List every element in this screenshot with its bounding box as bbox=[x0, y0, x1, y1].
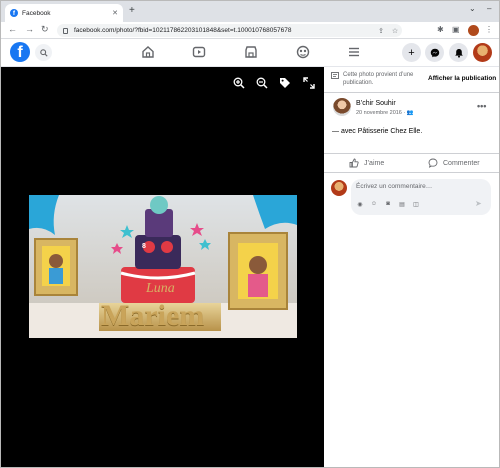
comment-button[interactable]: Commenter bbox=[428, 158, 480, 168]
comment-label: Commenter bbox=[443, 159, 480, 167]
share-icon[interactable]: ⇪ bbox=[374, 27, 388, 35]
create-button[interactable]: + bbox=[402, 43, 421, 62]
address-bar[interactable]: facebook.com/photo/?fbid=102117862203101… bbox=[57, 24, 402, 37]
thumbs-up-icon bbox=[349, 158, 359, 168]
post-date[interactable]: 20 novembre 2016 · 👥 bbox=[356, 110, 414, 116]
tag-icon[interactable] bbox=[279, 77, 291, 89]
comment-icon bbox=[428, 158, 438, 168]
back-button[interactable]: ← bbox=[8, 24, 17, 34]
divider bbox=[324, 92, 499, 93]
reload-button[interactable]: ↻ bbox=[41, 24, 49, 35]
notice-text: Cette photo provient d’une publication. bbox=[343, 72, 414, 86]
extensions-icon[interactable]: ✱ bbox=[437, 25, 444, 34]
cake-number-text: 8 bbox=[142, 243, 146, 250]
gif-icon[interactable]: ▤ bbox=[398, 200, 406, 208]
zoom-in-icon[interactable] bbox=[233, 77, 245, 89]
like-label: J’aime bbox=[364, 159, 385, 167]
account-avatar[interactable] bbox=[473, 43, 492, 62]
divider bbox=[324, 153, 499, 154]
more-options-icon[interactable]: ••• bbox=[477, 101, 486, 111]
tab-close-icon[interactable]: ✕ bbox=[112, 9, 118, 17]
avatar-sticker-icon[interactable]: ◉ bbox=[356, 200, 364, 208]
facebook-logo-icon[interactable]: f bbox=[10, 42, 30, 62]
new-tab-button[interactable]: + bbox=[129, 5, 135, 16]
marketplace-icon[interactable] bbox=[244, 45, 258, 59]
sticker-icon[interactable]: ◫ bbox=[412, 200, 420, 208]
cake-topper-text: Mariem bbox=[101, 299, 205, 332]
comment-placeholder: Écrivez un commentaire… bbox=[356, 183, 433, 190]
tagged-page-link[interactable]: Pâtisserie Chez Elle bbox=[358, 128, 421, 135]
commenter-avatar[interactable] bbox=[331, 180, 347, 196]
plus-icon: + bbox=[408, 46, 415, 59]
tab-title: Facebook bbox=[22, 9, 51, 17]
watch-icon[interactable] bbox=[192, 45, 206, 59]
post-caption: — avec Pâtisserie Chez Elle. bbox=[332, 128, 422, 135]
side-panel-icon[interactable]: ▣ bbox=[452, 25, 460, 34]
browser-window: f Facebook ✕ + ⌄ – ← → ↻ facebook.com/ph… bbox=[0, 0, 500, 468]
forward-button[interactable]: → bbox=[25, 24, 34, 34]
search-button[interactable] bbox=[35, 44, 52, 61]
caption-suffix: . bbox=[420, 128, 423, 135]
caption-prefix: — avec bbox=[332, 128, 358, 135]
divider bbox=[324, 172, 499, 173]
zoom-out-icon[interactable] bbox=[256, 77, 268, 89]
author-avatar[interactable] bbox=[333, 98, 351, 116]
groups-icon[interactable] bbox=[296, 45, 310, 59]
post-date-text: 20 novembre 2016 · bbox=[356, 110, 406, 116]
browser-toolbar: ← → ↻ facebook.com/photo/?fbid=102117862… bbox=[1, 22, 499, 39]
cake-name-text: Luna bbox=[146, 281, 175, 296]
url-text: facebook.com/photo/?fbid=102117862203101… bbox=[74, 27, 292, 34]
messenger-icon bbox=[430, 48, 439, 57]
bell-icon bbox=[454, 48, 463, 58]
menu-icon[interactable]: ⋮ bbox=[485, 25, 493, 34]
browser-tab[interactable]: f Facebook ✕ bbox=[5, 4, 123, 22]
bookmark-star-icon[interactable]: ☆ bbox=[388, 27, 402, 35]
hamburger-menu-icon[interactable] bbox=[347, 45, 361, 59]
search-icon bbox=[39, 48, 48, 57]
fullscreen-icon[interactable] bbox=[303, 77, 315, 89]
facebook-favicon-icon: f bbox=[10, 9, 18, 17]
home-icon[interactable] bbox=[141, 45, 155, 59]
view-post-link[interactable]: Afficher la publication bbox=[428, 75, 496, 82]
notifications-button[interactable] bbox=[449, 43, 468, 62]
profile-avatar[interactable] bbox=[468, 25, 479, 36]
lock-icon bbox=[63, 27, 68, 34]
window-minimize-icon[interactable]: – bbox=[487, 4, 491, 13]
friends-audience-icon: 👥 bbox=[406, 110, 414, 116]
emoji-icon[interactable]: ☺ bbox=[370, 200, 378, 208]
camera-icon[interactable]: ◙ bbox=[384, 200, 392, 208]
like-button[interactable]: J’aime bbox=[349, 158, 384, 168]
author-name[interactable]: B’chir Souhir bbox=[356, 100, 396, 107]
tab-strip: f Facebook ✕ + ⌄ – bbox=[1, 1, 499, 22]
messenger-button[interactable] bbox=[425, 43, 444, 62]
chevron-down-icon[interactable]: ⌄ bbox=[469, 4, 476, 13]
send-icon[interactable]: ➤ bbox=[475, 199, 482, 208]
post-icon bbox=[331, 72, 339, 79]
